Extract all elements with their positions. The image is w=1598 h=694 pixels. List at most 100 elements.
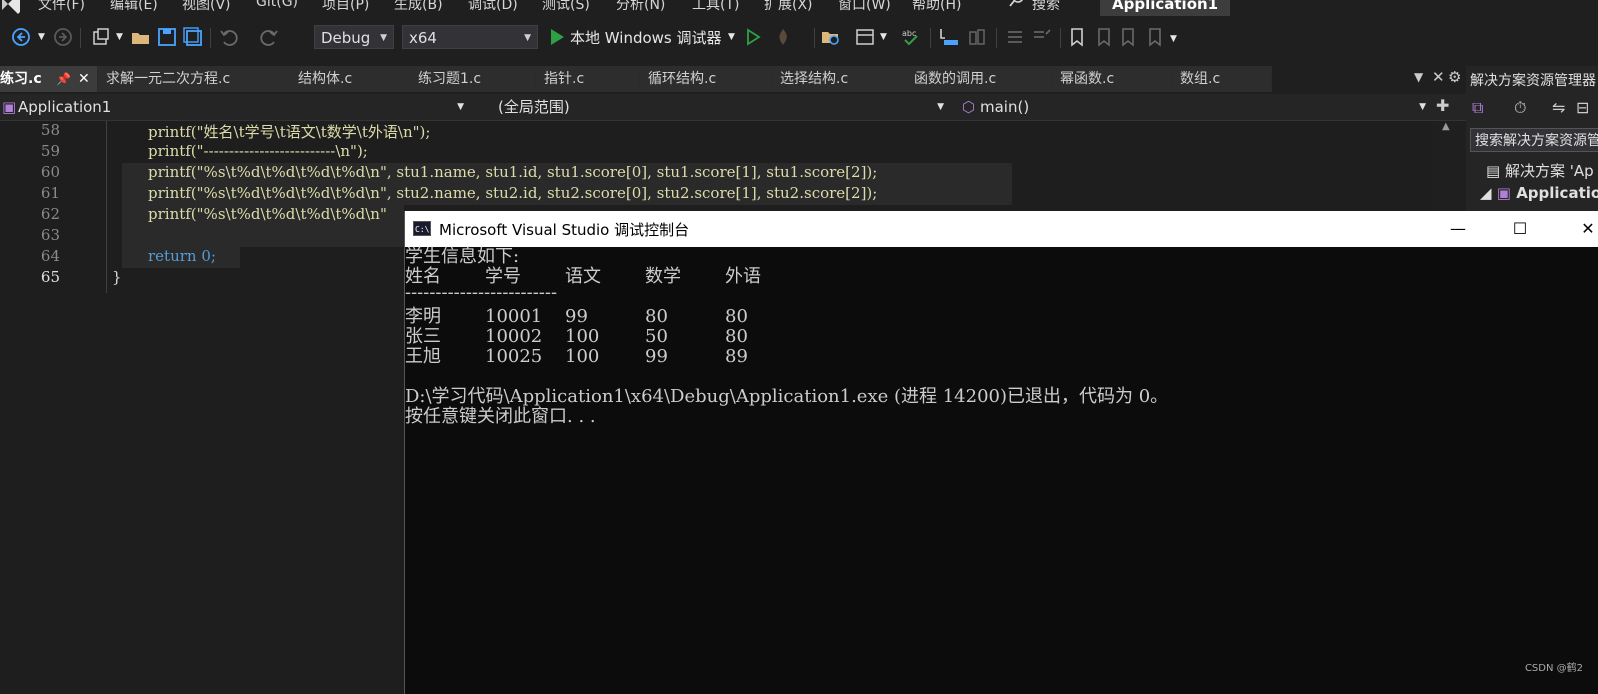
maximize-button[interactable]: ☐ xyxy=(1505,217,1535,241)
code-line: return 0; xyxy=(148,247,216,265)
menu-file[interactable]: 文件(F) xyxy=(38,0,85,14)
search-placeholder: 搜索解决方案资源管 xyxy=(1475,133,1598,149)
tab-list-dropdown-icon[interactable]: ▼ xyxy=(1414,70,1423,84)
open-folder-icon[interactable] xyxy=(130,26,152,48)
step-over-icon[interactable] xyxy=(966,26,988,48)
debug-console-window[interactable]: C:\ Microsoft Visual Studio 调试控制台 — ☐ ✕ … xyxy=(404,211,1598,694)
close-prompt: 按任意键关闭此窗口. . . xyxy=(405,406,596,427)
solution-node[interactable]: ▤ 解决方案 'Ap xyxy=(1486,160,1594,181)
menu-window[interactable]: 窗口(W) xyxy=(838,0,891,14)
menu-view[interactable]: 视图(V) xyxy=(182,0,231,14)
start-debugging-button[interactable]: 本地 Windows 调试器 xyxy=(570,27,722,48)
solution-search-input[interactable]: 搜索解决方案资源管 xyxy=(1470,128,1598,152)
tab-loop[interactable]: 循环结构.c xyxy=(640,66,772,92)
pin-icon[interactable]: 📌 xyxy=(56,66,71,92)
start-debugging-icon[interactable] xyxy=(546,26,568,48)
code-line: printf("--------------------------\n"); xyxy=(148,142,368,160)
minimize-button[interactable]: — xyxy=(1443,217,1473,241)
table-cell: 89 xyxy=(725,346,748,367)
platform-value: x64 xyxy=(409,29,437,47)
toolbar-overflow-icon[interactable]: ▼ xyxy=(1170,34,1177,44)
step-into-icon[interactable] xyxy=(938,26,960,48)
table-cell: 99 xyxy=(565,306,588,327)
function-select[interactable]: ⬡ main() ▼ xyxy=(958,96,1432,118)
code-line: printf("%s\t%d\t%d\t%d\t%d\n" xyxy=(148,205,387,223)
back-dropdown-icon[interactable]: ▼ xyxy=(38,32,45,42)
tab-practice[interactable]: 练习.c 📌 ✕ xyxy=(0,66,98,92)
menu-project[interactable]: 项目(P) xyxy=(322,0,369,14)
toolbar-separator xyxy=(814,28,815,48)
previous-bookmark-icon[interactable] xyxy=(1092,26,1114,48)
menu-analyze[interactable]: 分析(N) xyxy=(616,0,665,14)
tab-selection[interactable]: 选择结构.c xyxy=(772,66,906,92)
close-icon[interactable]: ✕ xyxy=(78,66,90,92)
debug-target-dropdown-icon[interactable]: ▼ xyxy=(728,32,735,42)
split-window-icon[interactable]: ✚ xyxy=(1436,96,1449,115)
next-bookmark-icon[interactable] xyxy=(1118,26,1140,48)
selection-highlight xyxy=(122,226,404,247)
menu-tools[interactable]: 工具(T) xyxy=(692,0,739,14)
spell-check-icon[interactable]: abc xyxy=(900,26,922,48)
project-select[interactable]: ▣ Application1 ▼ xyxy=(0,96,470,118)
solution-configuration-select[interactable]: Debug ▼ xyxy=(314,25,394,49)
document-tab-strip: 练习.c 📌 ✕ 求解一元二次方程.c 结构体.c 练习题1.c 指针.c 循环… xyxy=(0,66,1466,92)
layout-icon[interactable] xyxy=(854,26,876,48)
indent-guide xyxy=(106,121,107,293)
layout-dropdown-icon[interactable]: ▼ xyxy=(880,32,887,42)
tab-array[interactable]: 数组.c xyxy=(1172,66,1272,92)
save-icon[interactable] xyxy=(156,26,178,48)
gear-icon[interactable]: ⚙ xyxy=(1448,68,1461,86)
menu-test[interactable]: 测试(S) xyxy=(542,0,590,14)
search-icon[interactable] xyxy=(1008,0,1026,8)
search-button[interactable]: 搜索 xyxy=(1032,0,1060,14)
solution-label: 解决方案 'Ap xyxy=(1504,162,1594,180)
menu-help[interactable]: 帮助(H) xyxy=(912,0,961,14)
svg-text:C:\: C:\ xyxy=(415,225,430,234)
tab-function-call[interactable]: 函数的调用.c xyxy=(906,66,1052,92)
collapse-icon[interactable]: ⊟ xyxy=(1576,98,1589,117)
line-number: 62 xyxy=(40,205,60,223)
editor-scrollbar[interactable]: ▲ xyxy=(1434,121,1464,211)
menu-extensions[interactable]: 扩展(X) xyxy=(764,0,813,14)
close-button[interactable]: ✕ xyxy=(1573,217,1598,241)
project-node[interactable]: ◢ ▣ Applicatio xyxy=(1480,184,1598,202)
hot-reload-icon[interactable] xyxy=(772,26,794,48)
tab-quadratic[interactable]: 求解一元二次方程.c xyxy=(98,66,290,92)
solution-platform-select[interactable]: x64 ▼ xyxy=(402,25,538,49)
save-all-icon[interactable] xyxy=(182,26,204,48)
scope-select[interactable]: (全局范围) ▼ xyxy=(490,96,950,118)
table-cell: 李明 xyxy=(405,306,441,327)
visual-studio-icon[interactable]: ⧉ xyxy=(1472,98,1483,118)
console-title-bar[interactable]: C:\ Microsoft Visual Studio 调试控制台 — ☐ ✕ xyxy=(405,211,1598,247)
code-line: printf("%s\t%d\t%d\t%d\t%d\n", stu2.name… xyxy=(148,184,878,202)
line-number: 59 xyxy=(40,142,60,160)
tab-power-function[interactable]: 幂函数.c xyxy=(1052,66,1172,92)
back-icon[interactable] xyxy=(10,26,32,48)
tab-struct[interactable]: 结构体.c xyxy=(290,66,410,92)
new-dropdown-icon[interactable]: ▼ xyxy=(116,32,123,42)
menu-edit[interactable]: 编辑(E) xyxy=(110,0,158,14)
clear-bookmarks-icon[interactable] xyxy=(1144,26,1166,48)
bookmark-icon[interactable] xyxy=(1066,26,1088,48)
history-icon[interactable]: ⏱ xyxy=(1514,98,1526,118)
menu-debug[interactable]: 调试(D) xyxy=(468,0,518,14)
tab-pointer[interactable]: 指针.c xyxy=(536,66,640,92)
find-in-files-icon[interactable] xyxy=(820,26,842,48)
sync-icon[interactable]: ⇋ xyxy=(1552,98,1565,117)
tab-exercise1[interactable]: 练习题1.c xyxy=(410,66,536,92)
undo-icon[interactable] xyxy=(218,26,240,48)
comment-lines-icon[interactable] xyxy=(1004,26,1026,48)
menu-git[interactable]: Git(G) xyxy=(256,0,298,10)
menu-build[interactable]: 生成(B) xyxy=(394,0,443,14)
chevron-down-icon: ▼ xyxy=(937,102,944,112)
redo-icon[interactable] xyxy=(258,26,280,48)
forward-icon[interactable] xyxy=(52,26,74,48)
column-header: 语文 xyxy=(565,266,601,287)
start-without-debugging-icon[interactable] xyxy=(742,26,764,48)
uncomment-lines-icon[interactable] xyxy=(1030,26,1052,48)
scroll-up-icon[interactable]: ▲ xyxy=(1442,121,1450,132)
close-icon[interactable]: ✕ xyxy=(1432,68,1445,86)
table-cell: 10001 xyxy=(485,306,543,327)
new-project-icon[interactable] xyxy=(90,26,112,48)
line-number: 63 xyxy=(40,226,60,244)
